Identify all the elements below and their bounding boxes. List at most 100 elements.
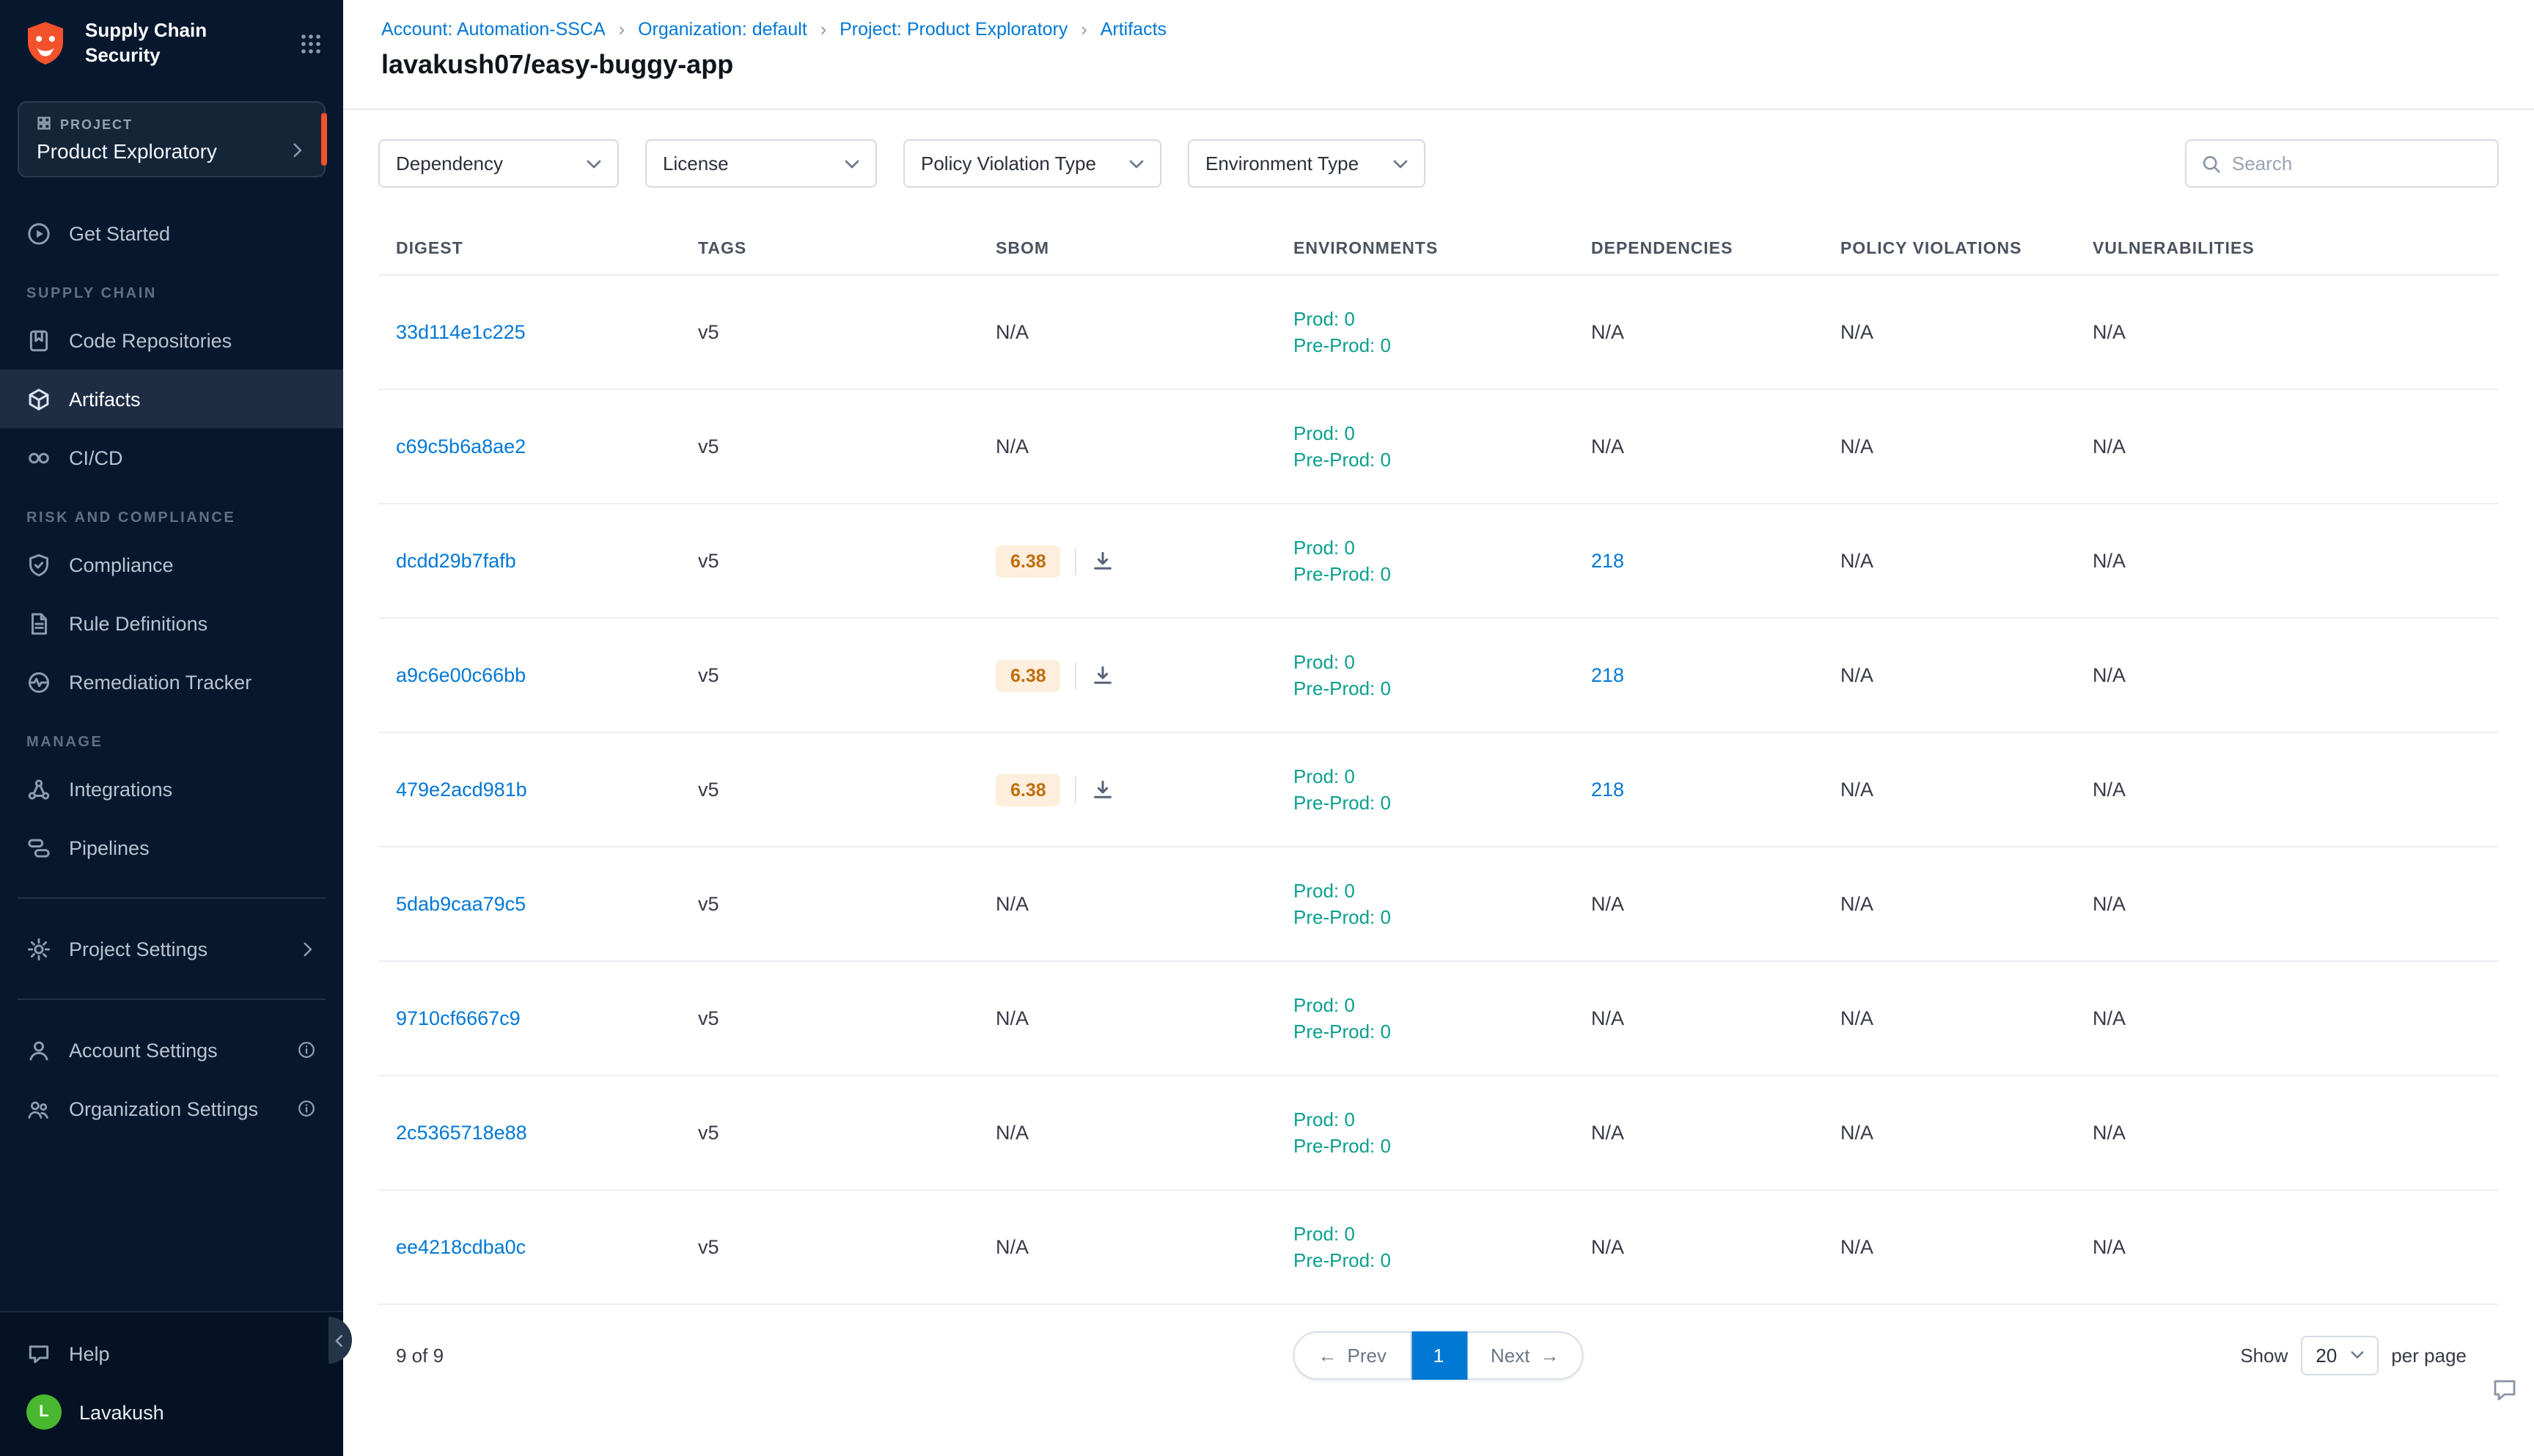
prod-count: Prod: 0 — [1293, 1108, 1573, 1130]
dependency-filter-dropdown[interactable]: Dependency — [378, 139, 619, 188]
breadcrumb-artifacts[interactable]: Artifacts — [1101, 19, 1167, 40]
table-row: dcdd29b7fafb v5 6.38 Prod: 0 Pre-Prod: 0… — [378, 504, 2499, 619]
dependencies-link[interactable]: 218 — [1591, 664, 1624, 686]
license-filter-dropdown[interactable]: License — [645, 139, 877, 188]
dependencies-na-text: N/A — [1591, 893, 1624, 915]
show-label: Show — [2240, 1344, 2288, 1366]
gear-icon — [26, 936, 51, 961]
dependencies-na-text: N/A — [1591, 1007, 1624, 1029]
sbom-cell: N/A — [978, 321, 1276, 343]
divider — [18, 999, 326, 1000]
sidebar-item-pipelines[interactable]: Pipelines — [0, 818, 343, 877]
digest-link[interactable]: 9710cf6667c9 — [396, 1007, 521, 1029]
page-number-button[interactable]: 1 — [1411, 1331, 1467, 1379]
digest-link[interactable]: 479e2acd981b — [396, 779, 527, 801]
dependencies-na-text: N/A — [1591, 321, 1624, 343]
policy-violations-cell: N/A — [1823, 435, 2075, 457]
search-box — [2185, 139, 2499, 188]
sidebar-item-get-started[interactable]: Get Started — [0, 204, 343, 262]
sidebar-item-organization-settings[interactable]: Organization Settings — [0, 1079, 343, 1138]
column-header-policy-violations: POLICY VIOLATIONS — [1823, 240, 2075, 257]
support-chat-icon[interactable] — [2490, 1375, 2519, 1412]
prod-count: Prod: 0 — [1293, 880, 1573, 902]
sidebar-item-code-repositories[interactable]: Code Repositories — [0, 311, 343, 369]
tag-cell: v5 — [680, 550, 978, 572]
search-icon — [2201, 153, 2222, 174]
tag-cell: v5 — [680, 893, 978, 915]
sidebar-item-project-settings[interactable]: Project Settings — [0, 919, 343, 978]
table-row: c69c5b6a8ae2 v5 N/A Prod: 0 Pre-Prod: 0 … — [378, 390, 2499, 504]
search-input[interactable] — [2232, 152, 2483, 174]
dependencies-link[interactable]: 218 — [1591, 779, 1624, 801]
project-name: Product Exploratory — [37, 139, 217, 163]
sidebar-item-compliance[interactable]: Compliance — [0, 535, 343, 594]
vertical-divider — [1076, 776, 1077, 803]
sidebar-item-label: Code Repositories — [69, 329, 232, 351]
sbom-na-text: N/A — [996, 1122, 1029, 1144]
download-sbom-icon[interactable] — [1092, 778, 1115, 801]
sidebar-item-label: Pipelines — [69, 837, 150, 858]
prod-count: Prod: 0 — [1293, 651, 1573, 673]
next-page-button[interactable]: Next → — [1467, 1331, 1584, 1379]
download-sbom-icon[interactable] — [1092, 663, 1115, 687]
policy-violations-cell: N/A — [1823, 550, 2075, 572]
project-selector[interactable]: PROJECT Product Exploratory — [18, 101, 326, 177]
digest-link[interactable]: 33d114e1c225 — [396, 321, 526, 343]
sidebar-item-remediation-tracker[interactable]: Remediation Tracker — [0, 652, 343, 711]
sbom-cell: N/A — [978, 1007, 1276, 1029]
digest-link[interactable]: a9c6e00c66bb — [396, 664, 526, 686]
digest-link[interactable]: 2c5365718e88 — [396, 1122, 527, 1144]
prev-page-button[interactable]: ← Prev — [1293, 1331, 1411, 1379]
dependencies-link[interactable]: 218 — [1591, 550, 1624, 572]
policy-violation-type-filter-dropdown[interactable]: Policy Violation Type — [903, 139, 1161, 188]
prod-count: Prod: 0 — [1293, 765, 1573, 787]
chevron-down-icon — [587, 159, 601, 168]
column-header-digest: DIGEST — [378, 240, 680, 257]
policy-violations-cell: N/A — [1823, 321, 2075, 343]
user-profile[interactable]: L Lavakush — [0, 1383, 343, 1441]
digest-link[interactable]: 5dab9caa79c5 — [396, 893, 526, 915]
sidebar: Supply Chain Security PROJEC — [0, 0, 343, 1456]
sidebar-item-cicd[interactable]: CI/CD — [0, 428, 343, 487]
page-size-control: Show 20 per page — [2240, 1335, 2499, 1375]
user-name: Lavakush — [79, 1401, 164, 1423]
environment-type-filter-dropdown[interactable]: Environment Type — [1188, 139, 1425, 188]
prod-count: Prod: 0 — [1293, 308, 1573, 330]
dependencies-cell: N/A — [1573, 435, 1823, 457]
column-header-vulnerabilities: VULNERABILITIES — [2075, 240, 2499, 257]
sidebar-item-account-settings[interactable]: Account Settings — [0, 1021, 343, 1079]
page-size-dropdown[interactable]: 20 — [2301, 1335, 2378, 1375]
arrow-left-icon: ← — [1318, 1344, 1337, 1366]
digest-link[interactable]: c69c5b6a8ae2 — [396, 435, 526, 457]
sidebar-item-label: Compliance — [69, 554, 174, 576]
chevron-down-icon — [2350, 1350, 2363, 1359]
column-header-tags: TAGS — [680, 240, 978, 257]
sidebar-item-artifacts[interactable]: Artifacts — [0, 369, 343, 428]
vulnerabilities-cell: N/A — [2075, 1122, 2499, 1144]
digest-link[interactable]: ee4218cdba0c — [396, 1236, 526, 1258]
prod-count: Prod: 0 — [1293, 1223, 1573, 1245]
sidebar-item-help[interactable]: Help — [0, 1324, 343, 1383]
sbom-na-text: N/A — [996, 435, 1029, 457]
sidebar-item-label: Integrations — [69, 778, 172, 800]
column-header-environments: ENVIRONMENTS — [1276, 240, 1573, 257]
digest-link[interactable]: dcdd29b7fafb — [396, 550, 516, 572]
breadcrumb-project[interactable]: Project: Product Exploratory — [840, 19, 1101, 40]
download-sbom-icon[interactable] — [1092, 549, 1115, 573]
dependencies-na-text: N/A — [1591, 1122, 1624, 1144]
code-repositories-icon — [26, 328, 51, 353]
app-window: Supply Chain Security PROJEC — [0, 0, 2534, 1456]
breadcrumb-account[interactable]: Account: Automation-SSCA — [381, 19, 638, 40]
sidebar-item-integrations[interactable]: Integrations — [0, 760, 343, 818]
sidebar-item-label: Account Settings — [69, 1039, 218, 1061]
app-switcher-grid-icon[interactable] — [299, 32, 323, 56]
vulnerabilities-cell: N/A — [2075, 893, 2499, 915]
breadcrumb-organization[interactable]: Organization: default — [638, 19, 840, 40]
sidebar-item-rule-definitions[interactable]: Rule Definitions — [0, 594, 343, 652]
pipelines-icon — [26, 835, 51, 860]
policy-violations-cell: N/A — [1823, 1236, 2075, 1258]
preprod-count: Pre-Prod: 0 — [1293, 1249, 1573, 1271]
sbom-score-badge: 6.38 — [996, 545, 1061, 577]
environments-cell: Prod: 0 Pre-Prod: 0 — [1276, 651, 1573, 699]
preprod-count: Pre-Prod: 0 — [1293, 1135, 1573, 1157]
